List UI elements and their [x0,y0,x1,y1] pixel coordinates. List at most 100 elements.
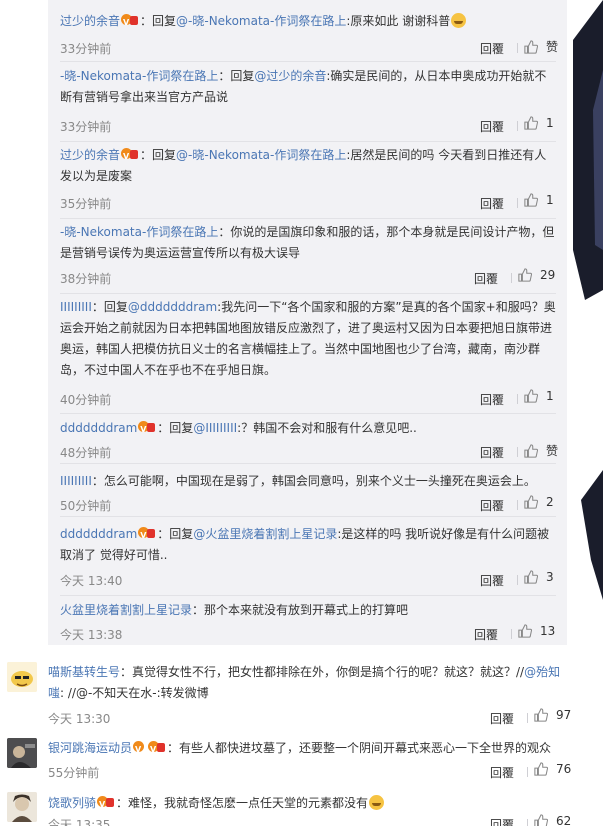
thumbs-up-icon [524,495,538,509]
reply-content: ：怎么可能啊，中国现在是弱了，韩国会同意吗，别来个义士一头撞死在奥运会上。 [91,474,536,488]
like-button[interactable]: 1 [524,193,554,207]
reply-meta: 今天 13:40 回覆 3 [60,570,556,590]
divider [527,819,528,826]
vip-badge-icon [138,525,156,546]
divider [511,629,512,639]
like-count: 2 [546,495,554,509]
comment-username[interactable]: 饶歌列骑 [48,796,96,810]
comment-text: 喵斯基转生号：真觉得女性不行，把女性都排除在外，你倒是搞个行的呢？就这？就这？/… [48,662,568,704]
reply-username[interactable]: -晓-Nekomata-作词祭在路上 [60,225,218,239]
reply-text: 火盆里烧着割割上星记录：那个本来就没有放到开幕式上的打算吧 [60,600,556,621]
reply-username[interactable]: IIIIIIIII [60,300,92,314]
reply-username[interactable]: 过少的余音 [60,148,120,162]
reply-content: :原来如此 谢谢科普 [346,14,451,28]
reply-item: IIIIIIIII：怎么可能啊，中国现在是弱了，韩国会同意吗，别来个义士一头撞死… [60,471,556,517]
reply-button[interactable]: 回覆 [480,391,504,408]
thumbs-up-icon [524,570,538,584]
comment-body: 银河跳海运动员：有些人都快进坟墓了，还要整一个阴间开幕式来恶心一下全世界的观众 … [48,738,571,780]
mention-link[interactable]: @dddddddram [128,300,217,314]
reply-button[interactable]: 回覆 [480,444,504,461]
reply-button[interactable]: 回覆 [490,710,514,727]
reply-username[interactable]: 过少的余音 [60,14,120,28]
thumbs-up-icon [524,443,538,458]
comment-username[interactable]: 喵斯基转生号 [48,665,120,679]
like-button[interactable]: 1 [524,116,554,130]
reply-button[interactable]: 回覆 [474,270,498,287]
comment-content: ：有些人都快进坟墓了，还要整一个阴间开幕式来恶心一下全世界的观众 [167,741,552,755]
comment-content: ：难怪，我就奇怪怎麽一点任天堂的元素都没有 [116,796,369,810]
avatar[interactable] [7,792,37,822]
reply-button[interactable]: 回覆 [480,40,504,57]
reply-button[interactable]: 回覆 [480,572,504,589]
verified-v-icon [133,739,146,760]
comment-timestamp: 55分钟前 [48,766,100,780]
mention-link[interactable]: @-晓-Nekomata-作词祭在路上 [176,14,346,28]
reply-button[interactable]: 回覆 [480,195,504,212]
laughing-emoji-icon [451,13,467,28]
reply-username[interactable]: 火盆里烧着割割上星记录 [60,603,192,617]
reply-item: 过少的余音 ：回复@-晓-Nekomata-作词祭在路上:原来如此 谢谢科普 33… [60,10,558,62]
reply-username[interactable]: IIIIIIIII [60,474,92,488]
comment-body: 饶歌列骑 ：难怪，我就奇怪怎麽一点任天堂的元素都没有 今天 13:35 回覆 62 [48,792,571,826]
divider [60,413,556,414]
divider [517,121,518,131]
reply-username[interactable]: -晓-Nekomata-作词祭在路上 [60,69,218,83]
reply-text: dddddddram ：回复@IIIIIIIII:？韩国不会对和服有什么意见吧.. [60,418,556,440]
like-button[interactable]: 赞 [524,38,558,55]
like-button[interactable]: 97 [534,708,571,722]
reply-item: dddddddram：回复@火盆里烧着割割上星记录:是这样的吗 我听说好像是有什… [60,524,556,596]
reply-button[interactable]: 回覆 [480,118,504,135]
reply-item: -晓-Nekomata-作词祭在路上：回复@过少的余音:确实是民间的，从日本申奥… [60,66,556,142]
divider [60,218,556,219]
comment-text: 饶歌列骑 ：难怪，我就奇怪怎麽一点任天堂的元素都没有 [48,792,568,815]
comment-meta: 今天 13:35 回覆 62 [48,814,571,826]
reply-button[interactable]: 回覆 [490,816,514,826]
reply-username[interactable]: dddddddram [60,527,137,541]
reply-timestamp: 48分钟前 [60,446,112,460]
divider [517,575,518,585]
reply-meta: 50分钟前 回覆 2 [60,495,556,515]
like-button[interactable]: 3 [524,570,554,584]
like-count: 76 [556,762,572,776]
thumbs-up-icon [524,39,538,54]
like-count: 1 [546,389,554,403]
reply-text: dddddddram：回复@火盆里烧着割割上星记录:是这样的吗 我听说好像是有什… [60,524,556,566]
reply-item: dddddddram ：回复@IIIIIIIII:？韩国不会对和服有什么意见吧..… [60,418,558,464]
like-button[interactable]: 29 [518,268,555,282]
reply-meta: 33分钟前 回覆 1 [60,116,556,136]
reply-username[interactable]: dddddddram [60,421,137,435]
mention-link[interactable]: @IIIIIIIII [193,421,237,435]
avatar[interactable] [7,662,37,692]
like-count: 1 [546,116,554,130]
reply-button[interactable]: 回覆 [490,764,514,781]
reply-button[interactable]: 回覆 [480,497,504,514]
divider [60,141,556,142]
reply-prefix: ：回复 [157,527,194,541]
reply-item: 过少的余音：回复@-晓-Nekomata-作词祭在路上:居然是民间的吗 今天看到… [60,145,556,219]
like-button[interactable]: 76 [534,762,571,776]
mention-link[interactable]: @-晓-Nekomata-作词祭在路上 [176,148,346,162]
reply-prefix: ：回复 [140,14,177,28]
reply-timestamp: 40分钟前 [60,393,112,407]
comment-username[interactable]: 银河跳海运动员 [48,741,132,755]
like-count: 3 [546,570,554,584]
like-button[interactable]: 赞 [524,442,558,459]
like-button[interactable]: 13 [518,624,555,638]
like-count: 赞 [546,444,559,458]
like-button[interactable]: 62 [534,814,571,826]
reply-button[interactable]: 回覆 [474,626,498,643]
thumbs-up-icon [524,116,538,130]
comment-text: 银河跳海运动员 ：有些人都快进坟墓了，还要整一个阴间开幕式来恶心一下全世界的观众 [48,738,568,760]
thumbs-up-icon [518,268,532,282]
reply-text: 过少的余音 ：回复@-晓-Nekomata-作词祭在路上:原来如此 谢谢科普 [60,10,556,33]
like-button[interactable]: 1 [524,389,554,403]
mention-link[interactable]: @火盆里烧着割割上星记录 [193,527,337,541]
avatar[interactable] [7,738,37,768]
reply-meta: 33分钟前 回覆 赞 [60,38,558,58]
comment-body: 喵斯基转生号：真觉得女性不行，把女性都排除在外，你倒是搞个行的呢？就这？就这？/… [48,662,571,726]
divider [517,447,518,457]
sweat-emoji-icon [369,795,385,810]
like-button[interactable]: 2 [524,495,554,509]
mention-link[interactable]: @过少的余音 [254,69,326,83]
reply-text: -晓-Nekomata-作词祭在路上：你说的是国旗印象和服的话，那个本身就是民间… [60,222,556,264]
